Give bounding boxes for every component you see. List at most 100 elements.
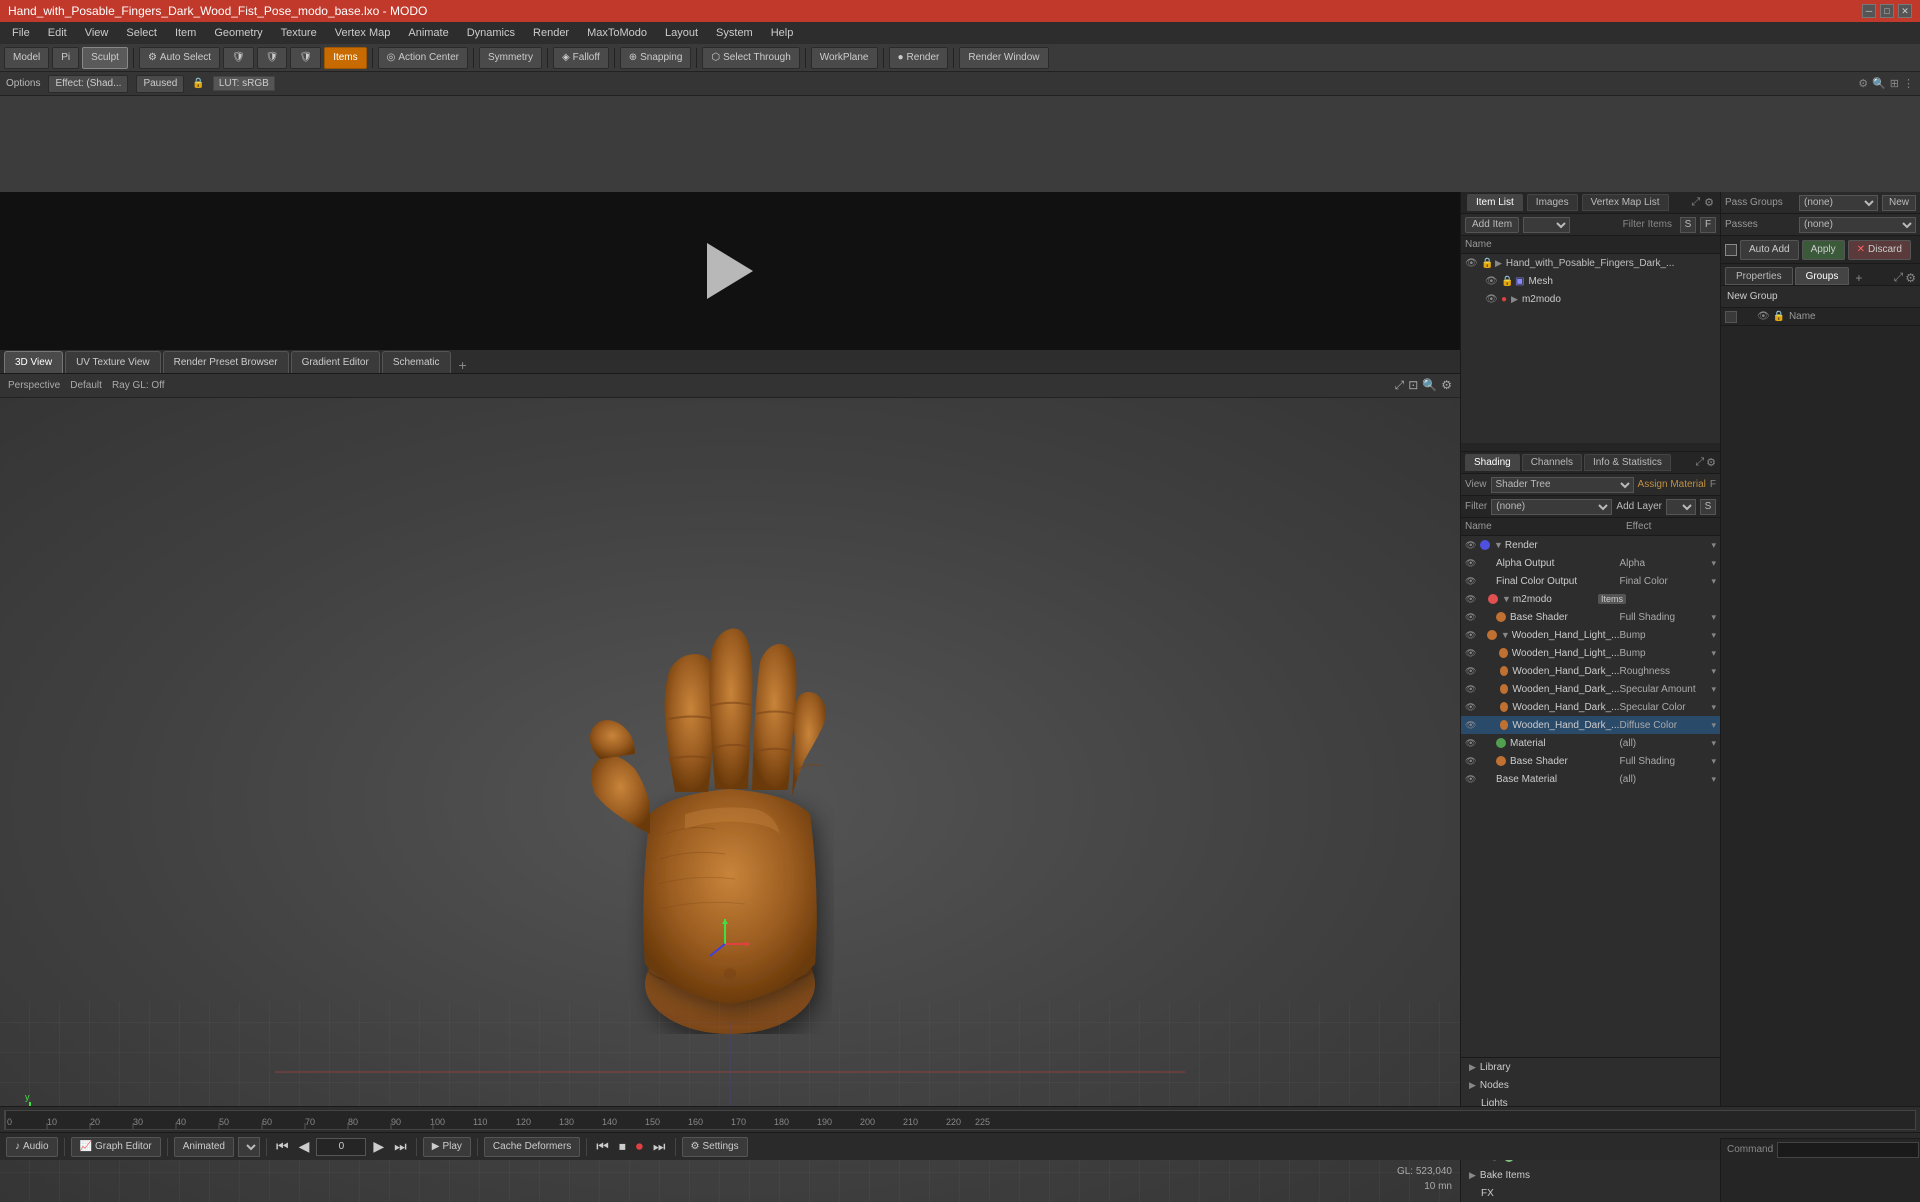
new-pass-btn[interactable]: New	[1882, 195, 1916, 211]
fx-item[interactable]: FX	[1461, 1184, 1720, 1202]
next-key-btn[interactable]: ⏭	[391, 1138, 410, 1155]
transport-icon2[interactable]: ⏹	[616, 1138, 629, 1155]
shader-row-base-shader2[interactable]: 👁 Base Shader Full Shading ▾	[1461, 752, 1720, 770]
maximize-btn[interactable]: □	[1880, 4, 1894, 18]
tab-add-btn[interactable]: +	[453, 357, 473, 373]
nodes-item[interactable]: ▶ Nodes	[1461, 1076, 1720, 1094]
shader-row-render[interactable]: 👁 ▼ Render ▾	[1461, 536, 1720, 554]
play-preview-btn[interactable]	[707, 243, 753, 299]
panel-expand-icon2[interactable]: ⤢	[1894, 270, 1904, 285]
tab-vertex-map[interactable]: Vertex Map List	[1582, 194, 1669, 211]
prev-key-btn[interactable]: ⏮	[273, 1138, 292, 1155]
vp-expand-icon[interactable]: ⤢	[1395, 378, 1405, 393]
transport-icon1[interactable]: ⏮	[593, 1138, 612, 1155]
panel-settings-icon[interactable]: ⚙	[1704, 196, 1714, 209]
play-btn[interactable]: ▶ Play	[423, 1137, 471, 1157]
command-input[interactable]	[1777, 1142, 1919, 1158]
sculpt-btn[interactable]: Sculpt	[82, 47, 128, 69]
frame-input[interactable]	[316, 1138, 366, 1156]
auto-select-btn[interactable]: ⚙ Auto Select	[139, 47, 220, 69]
auto-add-btn[interactable]: Auto Add	[1740, 240, 1799, 260]
tab-info-stats[interactable]: Info & Statistics	[1584, 454, 1671, 471]
vp-settings-icon[interactable]: ⚙	[1441, 378, 1452, 393]
next-frame-btn[interactable]: ▶	[370, 1138, 387, 1155]
falloff-btn[interactable]: ◈ Falloff	[553, 47, 609, 69]
panel-expand-icon[interactable]: ⤢	[1691, 196, 1700, 209]
shader-row-wh-light-bump[interactable]: 👁 Wooden_Hand_Light_... Bump ▾	[1461, 644, 1720, 662]
pass-groups-select[interactable]: (none)	[1799, 195, 1878, 211]
shader-row-alpha-output[interactable]: 👁 Alpha Output Alpha ▾	[1461, 554, 1720, 572]
menu-animate[interactable]: Animate	[400, 25, 456, 41]
tab-properties[interactable]: Properties	[1725, 267, 1793, 285]
action-center-btn[interactable]: ◎ Action Center	[378, 47, 468, 69]
shading-settings-icon[interactable]: ⚙	[1706, 456, 1716, 469]
auto-add-check[interactable]	[1725, 244, 1737, 256]
effect-btn[interactable]: Effect: (Shad...	[48, 75, 128, 93]
menu-item[interactable]: Item	[167, 25, 204, 41]
shader-row-wh-dark-rough[interactable]: 👁 Wooden_Hand_Dark_... Roughness ▾	[1461, 662, 1720, 680]
shader-row-base-material[interactable]: 👁 Base Material (all) ▾	[1461, 770, 1720, 788]
groups-check[interactable]	[1725, 311, 1737, 323]
view-select[interactable]: Shader Tree	[1491, 477, 1634, 493]
shader-row-base-shader1[interactable]: 👁 Base Shader Full Shading ▾	[1461, 608, 1720, 626]
items-btn[interactable]: Items	[324, 47, 366, 69]
menu-help[interactable]: Help	[763, 25, 802, 41]
timeline-ruler[interactable]: 0 10 20 30 40 50 60 70 80 90 100 110 120…	[4, 1110, 1916, 1130]
graph-editor-btn[interactable]: 📈 Graph Editor	[71, 1137, 161, 1157]
settings-btn[interactable]: ⚙ Settings	[682, 1137, 748, 1157]
add-layer-btn[interactable]: Add Layer	[1616, 501, 1662, 512]
shield-btn2[interactable]: 🛡	[257, 47, 288, 69]
cache-deformers-btn[interactable]: Cache Deformers	[484, 1137, 580, 1157]
discard-btn[interactable]: ✕ Discard	[1848, 240, 1911, 260]
filter-select[interactable]: (none)	[1491, 499, 1612, 515]
vp-restore-icon[interactable]: ⊡	[1408, 378, 1418, 393]
tab-images[interactable]: Images	[1527, 194, 1578, 211]
menu-system[interactable]: System	[708, 25, 761, 41]
tab-gradient-editor[interactable]: Gradient Editor	[291, 351, 380, 373]
tab-render-preset[interactable]: Render Preset Browser	[163, 351, 289, 373]
vp-search-icon[interactable]: 🔍	[1422, 378, 1437, 393]
shader-row-final-color[interactable]: 👁 Final Color Output Final Color ▾	[1461, 572, 1720, 590]
render-btn[interactable]: ● Render	[889, 47, 949, 69]
shader-row-wh-dark-spec-amt[interactable]: 👁 Wooden_Hand_Dark_... Specular Amount ▾	[1461, 680, 1720, 698]
shader-row-wh-dark-spec-col[interactable]: 👁 Wooden_Hand_Dark_... Specular Color ▾	[1461, 698, 1720, 716]
add-item-btn[interactable]: Add Item	[1465, 217, 1519, 233]
tab-groups[interactable]: Groups	[1795, 267, 1850, 285]
tab-3d-view[interactable]: 3D View	[4, 351, 63, 373]
library-item[interactable]: ▶ Library	[1461, 1058, 1720, 1076]
filter-f-btn[interactable]: F	[1700, 217, 1716, 233]
shader-row-m2modo[interactable]: 👁 ▼ m2modo Items	[1461, 590, 1720, 608]
audio-btn[interactable]: ♪ Audio	[6, 1137, 58, 1157]
tab-uv-texture[interactable]: UV Texture View	[65, 351, 161, 373]
shader-row-wooden-light[interactable]: 👁 ▼ Wooden_Hand_Light_... Bump ▾	[1461, 626, 1720, 644]
menu-view[interactable]: View	[77, 25, 117, 41]
filter-s-btn[interactable]: S	[1680, 217, 1696, 233]
transport-icon3[interactable]: ⏭	[650, 1138, 669, 1155]
add-item-select[interactable]	[1523, 217, 1570, 233]
menu-vertex-map[interactable]: Vertex Map	[327, 25, 399, 41]
prev-frame-btn[interactable]: ◀	[296, 1138, 313, 1155]
assign-material-btn[interactable]: Assign Material	[1638, 479, 1706, 490]
model-btn[interactable]: Model	[4, 47, 49, 69]
close-btn[interactable]: ✕	[1898, 4, 1912, 18]
add-layer-select[interactable]	[1666, 499, 1696, 515]
menu-select[interactable]: Select	[118, 25, 165, 41]
shield-btn1[interactable]: 🛡	[223, 47, 254, 69]
tree-item-m2modo[interactable]: 👁 ● ▶ m2modo	[1461, 290, 1720, 308]
shader-row-material[interactable]: 👁 Material (all) ▾	[1461, 734, 1720, 752]
apply-btn[interactable]: Apply	[1802, 240, 1845, 260]
tree-item-hand[interactable]: 👁 🔒 ▶ Hand_with_Posable_Fingers_Dark_...	[1461, 254, 1720, 272]
menu-maxtomodo[interactable]: MaxToModo	[579, 25, 655, 41]
snapping-btn[interactable]: ⊕ Snapping	[620, 47, 692, 69]
animated-select[interactable]	[238, 1137, 260, 1157]
shield-btn3[interactable]: 🛡	[290, 47, 321, 69]
render-window-btn[interactable]: Render Window	[959, 47, 1048, 69]
tree-item-mesh[interactable]: 👁 🔒 ▣ Mesh	[1461, 272, 1720, 290]
menu-texture[interactable]: Texture	[273, 25, 325, 41]
menu-render[interactable]: Render	[525, 25, 577, 41]
menu-edit[interactable]: Edit	[40, 25, 75, 41]
panel-settings-icon2[interactable]: ⚙	[1905, 271, 1916, 285]
shader-row-wh-dark-diff-col[interactable]: 👁 Wooden_Hand_Dark_... Diffuse Color ▾	[1461, 716, 1720, 734]
record-btn[interactable]: ⏺	[633, 1138, 646, 1155]
tab-add-btn2[interactable]: +	[1851, 271, 1866, 285]
